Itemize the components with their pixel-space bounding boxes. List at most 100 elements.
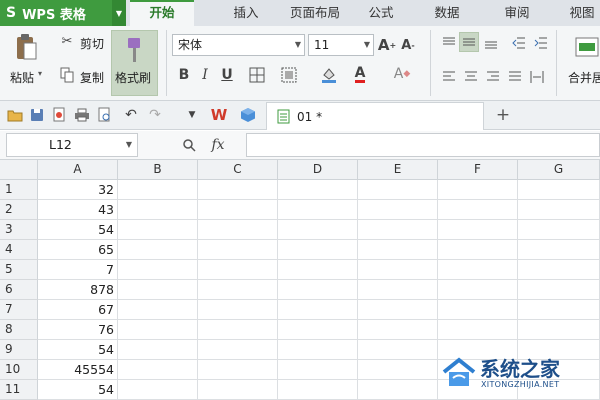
cell-d9[interactable] [278,340,358,360]
cell-b10[interactable] [118,360,198,380]
cell-a3[interactable]: 54 [38,220,118,240]
merge-cells-icon[interactable] [278,66,300,84]
tab-page-layout[interactable]: 页面布局 [280,0,350,26]
cell-f6[interactable] [438,280,518,300]
merge-center-icon[interactable] [574,34,600,60]
row-header[interactable]: 11 [0,380,38,400]
row-header[interactable]: 2 [0,200,38,220]
cell-e2[interactable] [358,200,438,220]
tab-home[interactable]: 开始 [130,0,194,26]
cell-g7[interactable] [518,300,600,320]
align-right-icon[interactable] [484,68,502,86]
cell-f7[interactable] [438,300,518,320]
cell-e3[interactable] [358,220,438,240]
copy-icon[interactable] [58,66,76,84]
row-header[interactable]: 10 [0,360,38,380]
align-middle-icon[interactable] [459,32,479,52]
cell-a10[interactable]: 45554 [38,360,118,380]
cell-c10[interactable] [198,360,278,380]
bold-icon[interactable]: B [176,66,192,84]
tab-insert[interactable]: 插入 [214,0,278,26]
cell-f8[interactable] [438,320,518,340]
cell-b4[interactable] [118,240,198,260]
zoom-search-icon[interactable] [180,136,198,154]
font-name-select[interactable]: 宋体 ▼ [172,34,305,56]
redo-icon[interactable]: ↷ [146,107,164,123]
tab-review[interactable]: 审阅 [492,0,542,26]
cell-b3[interactable] [118,220,198,240]
font-size-select[interactable]: 11 ▼ [308,34,374,56]
wps-docer-icon[interactable]: W [208,106,230,124]
cell-d10[interactable] [278,360,358,380]
new-tab-plus-icon[interactable]: + [494,105,512,125]
cell-g8[interactable] [518,320,600,340]
cell-a4[interactable]: 65 [38,240,118,260]
cell-e8[interactable] [358,320,438,340]
italic-icon[interactable]: I [197,66,213,84]
fill-color-icon[interactable] [318,66,340,84]
cell-e1[interactable] [358,180,438,200]
cell-e10[interactable] [358,360,438,380]
function-fx-icon[interactable]: fx [206,135,230,155]
customize-dropdown-icon[interactable]: ▼ [184,107,200,123]
underline-icon[interactable]: U [219,66,235,84]
font-grow-icon[interactable]: A + [378,35,396,55]
cell-c8[interactable] [198,320,278,340]
cell-e7[interactable] [358,300,438,320]
row-header[interactable]: 8 [0,320,38,340]
cell-b2[interactable] [118,200,198,220]
border-icon[interactable] [246,66,268,84]
cell-f1[interactable] [438,180,518,200]
cell-b7[interactable] [118,300,198,320]
cell-b8[interactable] [118,320,198,340]
cell-g4[interactable] [518,240,600,260]
cell-f5[interactable] [438,260,518,280]
cell-a1[interactable]: 32 [38,180,118,200]
cell-a6[interactable]: 878 [38,280,118,300]
cell-d11[interactable] [278,380,358,400]
row-header[interactable]: 1 [0,180,38,200]
cell-c7[interactable] [198,300,278,320]
cell-a5[interactable]: 7 [38,260,118,280]
column-header-g[interactable]: G [518,160,600,180]
cell-f3[interactable] [438,220,518,240]
column-header-a[interactable]: A [38,160,118,180]
row-header[interactable]: 4 [0,240,38,260]
cell-c5[interactable] [198,260,278,280]
tab-formulas[interactable]: 公式 [356,0,406,26]
app-menu-button[interactable]: S WPS 表格 ▼ [0,0,126,26]
row-header[interactable]: 3 [0,220,38,240]
merge-center-button[interactable]: 合并居 [568,69,600,86]
format-painter-button[interactable]: 格式刷 [111,30,158,96]
clear-format-icon[interactable]: A ◆ [392,64,412,84]
chevron-down-icon[interactable]: ▼ [112,0,126,26]
print-icon[interactable] [73,107,91,123]
print-preview-icon[interactable] [96,107,114,123]
indent-increase-icon[interactable] [532,34,550,52]
font-color-icon[interactable]: A [350,64,370,84]
document-tab[interactable]: 01 * [266,102,484,130]
cell-c11[interactable] [198,380,278,400]
cell-e6[interactable] [358,280,438,300]
cell-g2[interactable] [518,200,600,220]
cell-a7[interactable]: 67 [38,300,118,320]
cell-a2[interactable]: 43 [38,200,118,220]
cell-d4[interactable] [278,240,358,260]
scissors-icon[interactable]: ✂ [58,32,76,50]
cell-a9[interactable]: 54 [38,340,118,360]
row-header[interactable]: 9 [0,340,38,360]
cell-d5[interactable] [278,260,358,280]
cell-e11[interactable] [358,380,438,400]
name-box[interactable]: L12 ▼ [6,133,138,157]
indent-decrease-icon[interactable] [510,34,528,52]
cell-e4[interactable] [358,240,438,260]
cell-c1[interactable] [198,180,278,200]
cell-e9[interactable] [358,340,438,360]
undo-icon[interactable]: ↶ [122,107,140,123]
select-all-corner[interactable] [0,160,38,180]
column-header-d[interactable]: D [278,160,358,180]
tab-view[interactable]: 视图 [560,0,600,26]
align-center-icon[interactable] [462,68,480,86]
paste-icon[interactable] [12,32,40,62]
formula-input[interactable] [246,133,600,157]
